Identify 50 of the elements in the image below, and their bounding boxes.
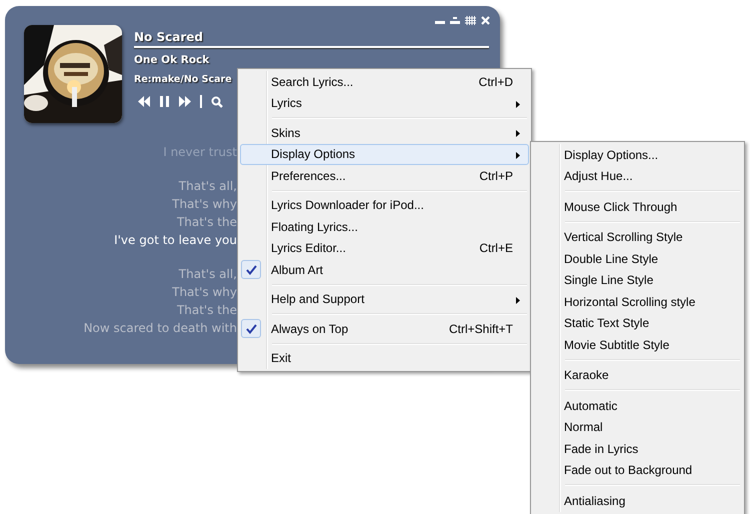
lyric-line: That's all, [178,178,237,195]
menu-item[interactable]: Search Lyrics... Ctrl+D [240,71,529,92]
menu-item[interactable]: Double Line Style [533,248,742,270]
menu-item[interactable]: Adjust Hue... [533,166,742,187]
lyric-line: That's why [172,196,237,213]
menu-item[interactable]: Album Art [240,259,529,280]
menu-item[interactable]: Help and Support [240,288,529,310]
menu-item[interactable]: Skins [240,122,529,144]
menu-item[interactable]: Lyrics [240,92,529,114]
lyric-line: I've got to leave you [114,232,237,249]
lyric-line: That's all, [178,266,237,283]
compact-icon[interactable] [450,16,460,24]
lyric-line: I never trust [163,144,237,161]
menu-item[interactable]: Lyrics Editor... Ctrl+E [240,238,529,259]
menu-item[interactable]: Lyrics Downloader for iPod... [240,194,529,216]
artist-name: One Ok Rock [134,54,210,66]
menu-item[interactable]: Always on Top Ctrl+Shift+T [240,318,529,340]
menu-item[interactable]: Vertical Scrolling Style [533,226,742,248]
search-icon[interactable] [211,96,223,108]
menu-item[interactable]: Normal [533,416,742,438]
menu-item[interactable]: Exit [240,348,529,369]
menu-item[interactable]: Mouse Click Through [533,196,742,218]
menu-item[interactable]: Static Text Style [533,312,742,334]
song-title: No Scared [134,30,203,44]
close-icon[interactable] [481,16,490,25]
shortcut-label: Ctrl+P [479,168,513,183]
menu-item[interactable]: Display Options [240,144,529,165]
shortcut-label: Ctrl+E [479,241,513,256]
fast-forward-icon[interactable] [178,96,191,107]
pause-icon[interactable] [160,96,169,107]
menu-item[interactable]: Automatic [533,395,742,416]
menu-item[interactable]: Fade out to Background [533,460,742,481]
menu-item[interactable]: Movie Subtitle Style [533,334,742,356]
shortcut-label: Ctrl+Shift+T [448,322,513,336]
menu-item[interactable]: Display Options... [533,144,742,166]
menu-item[interactable]: Horizontal Scrolling style [533,291,742,312]
menu-item[interactable]: Fade in Lyrics [533,438,742,460]
menu-item[interactable]: Single Line Style [533,270,742,291]
lyric-line: That's why [172,284,237,301]
rewind-icon[interactable] [138,96,151,107]
lyric-line: That's the [176,214,237,231]
menu-item[interactable]: Karaoke [533,364,742,386]
menu-item[interactable]: Preferences... Ctrl+P [240,165,529,186]
menu-item[interactable]: Floating Lyrics... [240,216,529,238]
lyric-line: That's the [176,302,237,319]
menu-item[interactable]: Antialiasing [533,490,742,512]
shortcut-label: Ctrl+D [478,74,513,89]
grid-icon[interactable] [465,16,476,25]
lyric-line: Now scared to death with [84,320,237,337]
album-name: Re:make/No Scare [134,74,232,85]
